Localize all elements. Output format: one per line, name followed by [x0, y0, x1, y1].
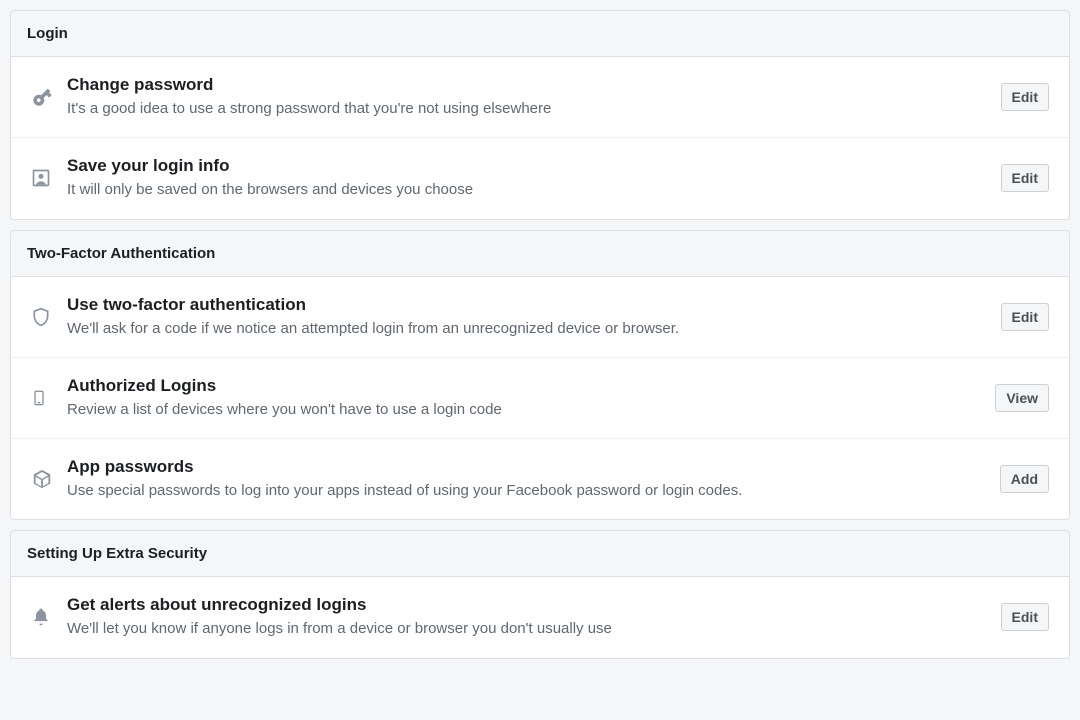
- save-login-edit-button[interactable]: Edit: [1001, 164, 1049, 192]
- authorized-logins-title: Authorized Logins: [67, 376, 983, 396]
- save-login-body: Save your login info It will only be sav…: [67, 156, 1001, 200]
- change-password-row[interactable]: Change password It's a good idea to use …: [11, 57, 1069, 138]
- save-login-desc: It will only be saved on the browsers an…: [67, 180, 989, 200]
- profile-square-icon: [31, 168, 67, 188]
- login-alerts-row[interactable]: Get alerts about unrecognized logins We'…: [11, 577, 1069, 657]
- app-passwords-add-button[interactable]: Add: [1000, 465, 1049, 493]
- shield-icon: [31, 306, 67, 328]
- app-passwords-desc: Use special passwords to log into your a…: [67, 481, 988, 501]
- phone-icon: [31, 387, 67, 409]
- change-password-edit-button[interactable]: Edit: [1001, 83, 1049, 111]
- package-icon: [31, 468, 67, 490]
- login-alerts-body: Get alerts about unrecognized logins We'…: [67, 595, 1001, 639]
- authorized-logins-desc: Review a list of devices where you won't…: [67, 400, 983, 420]
- change-password-title: Change password: [67, 75, 989, 95]
- use-2fa-body: Use two-factor authentication We'll ask …: [67, 295, 1001, 339]
- key-icon: [31, 86, 67, 108]
- use-2fa-row[interactable]: Use two-factor authentication We'll ask …: [11, 277, 1069, 358]
- save-login-title: Save your login info: [67, 156, 989, 176]
- app-passwords-row[interactable]: App passwords Use special passwords to l…: [11, 439, 1069, 519]
- app-passwords-body: App passwords Use special passwords to l…: [67, 457, 1000, 501]
- use-2fa-title: Use two-factor authentication: [67, 295, 989, 315]
- change-password-desc: It's a good idea to use a strong passwor…: [67, 99, 989, 119]
- login-section-header: Login: [11, 11, 1069, 57]
- save-login-row[interactable]: Save your login info It will only be sav…: [11, 138, 1069, 218]
- authorized-logins-row[interactable]: Authorized Logins Review a list of devic…: [11, 358, 1069, 439]
- login-alerts-edit-button[interactable]: Edit: [1001, 603, 1049, 631]
- login-alerts-desc: We'll let you know if anyone logs in fro…: [67, 619, 989, 639]
- two-factor-section: Two-Factor Authentication Use two-factor…: [10, 230, 1070, 521]
- authorized-logins-body: Authorized Logins Review a list of devic…: [67, 376, 995, 420]
- two-factor-section-header: Two-Factor Authentication: [11, 231, 1069, 277]
- use-2fa-edit-button[interactable]: Edit: [1001, 303, 1049, 331]
- extra-security-section-header: Setting Up Extra Security: [11, 531, 1069, 577]
- login-alerts-title: Get alerts about unrecognized logins: [67, 595, 989, 615]
- bell-icon: [31, 606, 67, 628]
- login-section: Login Change password It's a good idea t…: [10, 10, 1070, 220]
- extra-security-section: Setting Up Extra Security Get alerts abo…: [10, 530, 1070, 658]
- app-passwords-title: App passwords: [67, 457, 988, 477]
- change-password-body: Change password It's a good idea to use …: [67, 75, 1001, 119]
- use-2fa-desc: We'll ask for a code if we notice an att…: [67, 319, 989, 339]
- authorized-logins-view-button[interactable]: View: [995, 384, 1049, 412]
